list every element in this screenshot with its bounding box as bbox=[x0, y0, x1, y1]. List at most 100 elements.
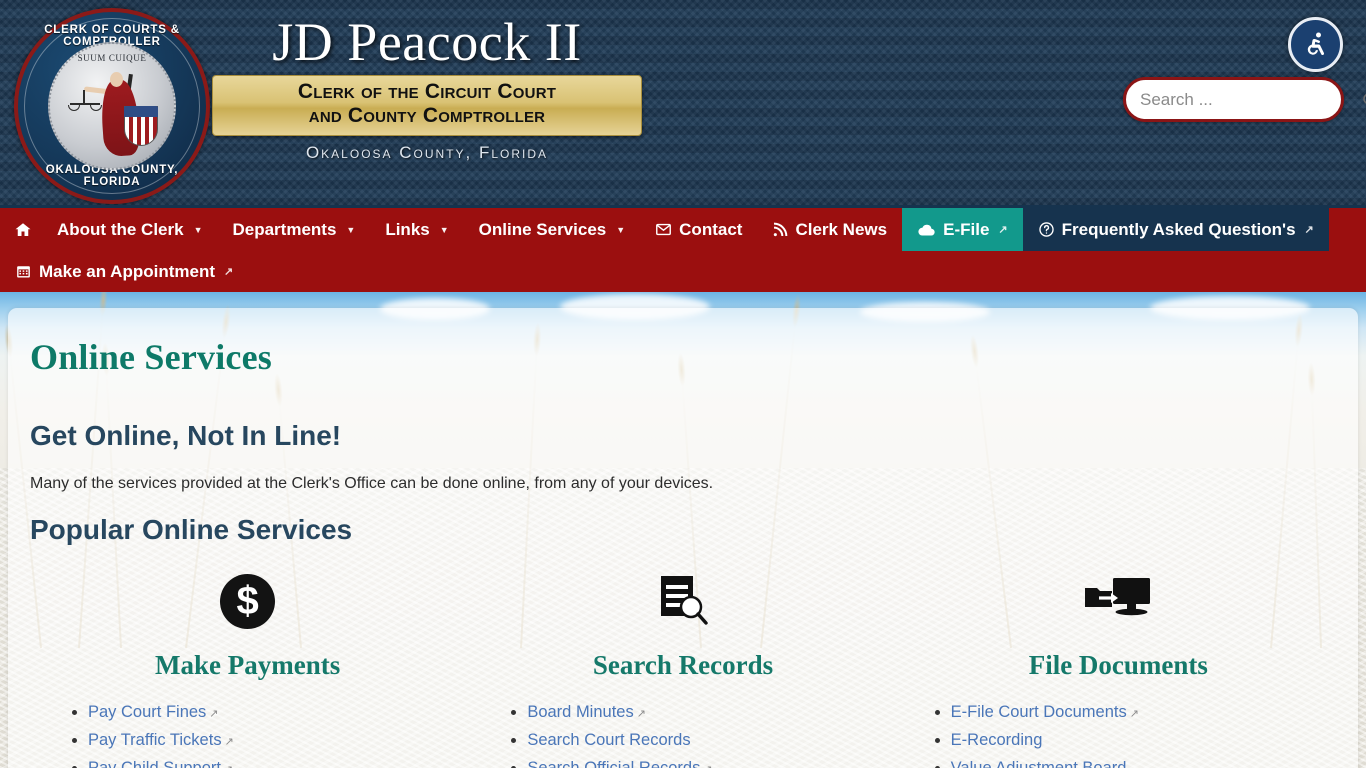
calendar-icon[interactable] bbox=[15, 263, 32, 280]
question-circle-icon[interactable] bbox=[1038, 221, 1055, 238]
section-subheading: Popular Online Services bbox=[30, 514, 353, 545]
site-header: CLERK OF COURTS & COMPTROLLER OKALOOSA C… bbox=[0, 0, 1366, 205]
external-link-icon: ↗ bbox=[998, 224, 1008, 236]
external-link-icon: ↗ bbox=[224, 266, 234, 278]
nav-row-primary: About the Clerk ▼ Departments ▼ Links ▼ … bbox=[0, 208, 1366, 251]
justice-seal-icon: SUUM CUIQUE bbox=[48, 42, 176, 170]
external-link-icon: ↗ bbox=[636, 708, 646, 720]
column-title: File Documents bbox=[1028, 650, 1208, 680]
nav-item-contact[interactable]: Contact bbox=[640, 208, 757, 251]
services-list: Pay Court Fines↗ Pay Traffic Tickets↗ Pa… bbox=[30, 703, 465, 768]
link-search-court-records[interactable]: Search Court Records bbox=[527, 731, 690, 749]
chevron-down-icon[interactable]: ▼ bbox=[616, 225, 625, 235]
county-seal-logo[interactable]: CLERK OF COURTS & COMPTROLLER OKALOOSA C… bbox=[14, 8, 210, 204]
external-link-icon: ↗ bbox=[1304, 224, 1314, 236]
section-heading: Get Online, Not In Line! bbox=[30, 420, 342, 451]
external-link-icon: ↗ bbox=[703, 764, 712, 768]
nav-row-secondary: Make an Appointment ↗ bbox=[0, 251, 1366, 292]
column-icon-wrap bbox=[901, 570, 1336, 632]
services-column-file-documents: File Documents E-File Court Documents↗ E… bbox=[901, 570, 1336, 768]
list-item[interactable]: Search Official Records↗ bbox=[527, 759, 900, 768]
wheelchair-accessibility-icon[interactable] bbox=[1288, 17, 1343, 72]
list-item[interactable]: Pay Court Fines↗ bbox=[88, 703, 465, 722]
primary-navigation: About the Clerk ▼ Departments ▼ Links ▼ … bbox=[0, 205, 1366, 292]
nav-item-clerk-news[interactable]: Clerk News bbox=[757, 208, 902, 251]
external-link-icon: ↗ bbox=[1129, 708, 1139, 720]
cloud-icon[interactable] bbox=[917, 222, 936, 238]
services-columns: $ Make Payments Pay Court Fines↗ Pay Tra… bbox=[30, 570, 1336, 768]
page-title: Online Services bbox=[30, 337, 272, 377]
dollar-circle-icon: $ bbox=[220, 573, 276, 629]
external-link-icon: ↗ bbox=[224, 736, 234, 748]
site-search-box[interactable] bbox=[1123, 77, 1366, 122]
nav-label: Links bbox=[385, 219, 430, 239]
nav-item-e-file[interactable]: E-File ↗ bbox=[902, 208, 1023, 251]
page-body: Online Services Get Online, Not In Line!… bbox=[0, 292, 1366, 768]
nav-item-online-services[interactable]: Online Services ▼ bbox=[464, 208, 641, 251]
link-board-minutes[interactable]: Board Minutes bbox=[527, 703, 633, 721]
nav-item-frequently-asked-questions[interactable]: Frequently Asked Question's ↗ bbox=[1022, 208, 1329, 251]
list-item[interactable]: Board Minutes↗ bbox=[527, 703, 900, 722]
list-item[interactable]: E-Recording bbox=[951, 731, 1336, 750]
rss-icon[interactable] bbox=[772, 222, 788, 238]
services-column-make-payments: $ Make Payments Pay Court Fines↗ Pay Tra… bbox=[30, 570, 465, 768]
document-search-icon bbox=[660, 576, 708, 625]
list-item[interactable]: Pay Traffic Tickets↗ bbox=[88, 731, 465, 750]
office-title-line1: Clerk of the Circuit Court bbox=[297, 79, 557, 103]
column-title: Make Payments bbox=[155, 650, 341, 680]
home-icon[interactable] bbox=[14, 221, 32, 239]
scale-post bbox=[83, 90, 85, 104]
nav-item-about-the-clerk[interactable]: About the Clerk ▼ bbox=[42, 208, 217, 251]
nav-item-departments[interactable]: Departments ▼ bbox=[217, 208, 370, 251]
header-title-block: JD Peacock II Clerk of the Circuit Court… bbox=[212, 14, 642, 163]
lady-justice-head bbox=[110, 72, 123, 87]
office-title-banner: Clerk of the Circuit Court and County Co… bbox=[212, 74, 642, 137]
envelope-icon[interactable] bbox=[655, 221, 672, 238]
list-item[interactable]: Value Adjustment Board bbox=[951, 759, 1336, 768]
content-card: Online Services Get Online, Not In Line!… bbox=[8, 308, 1358, 768]
chevron-down-icon[interactable]: ▼ bbox=[194, 225, 203, 235]
nav-label: Frequently Asked Question's bbox=[1061, 219, 1296, 239]
column-title: Search Records bbox=[592, 650, 774, 680]
nav-label: Departments bbox=[232, 219, 337, 239]
nav-item-make-an-appointment[interactable]: Make an Appointment ↗ bbox=[0, 251, 248, 292]
nav-item-links[interactable]: Links ▼ bbox=[370, 208, 463, 251]
link-pay-child-support[interactable]: Pay Child Support bbox=[88, 759, 221, 768]
search-icon[interactable] bbox=[1361, 91, 1366, 109]
scale-pan-left bbox=[68, 105, 80, 111]
nav-label: Contact bbox=[679, 219, 743, 239]
chevron-down-icon[interactable]: ▼ bbox=[440, 225, 449, 235]
intro-paragraph: Many of the services provided at the Cle… bbox=[30, 475, 714, 492]
link-pay-court-fines[interactable]: Pay Court Fines bbox=[88, 703, 206, 721]
link-value-adjustment-board[interactable]: Value Adjustment Board bbox=[951, 759, 1127, 768]
county-subtitle: Okaloosa County, Florida bbox=[305, 143, 549, 163]
link-search-official-records[interactable]: Search Official Records bbox=[527, 759, 700, 768]
link-pay-traffic-tickets[interactable]: Pay Traffic Tickets bbox=[88, 731, 222, 749]
chevron-down-icon[interactable]: ▼ bbox=[346, 225, 355, 235]
list-item[interactable]: Search Court Records bbox=[527, 731, 900, 750]
link-e-file-court-documents[interactable]: E-File Court Documents bbox=[951, 703, 1127, 721]
scale-pan-right bbox=[90, 105, 102, 111]
nav-label: About the Clerk bbox=[57, 219, 184, 239]
services-list: Board Minutes↗ Search Court Records Sear… bbox=[465, 703, 900, 768]
nav-label: Online Services bbox=[478, 219, 607, 239]
nav-label: Make an Appointment bbox=[39, 261, 215, 281]
search-input[interactable] bbox=[1140, 89, 1361, 110]
external-link-icon: ↗ bbox=[224, 764, 233, 768]
monitor-upload-icon bbox=[1085, 578, 1151, 616]
external-link-icon: ↗ bbox=[209, 708, 219, 720]
list-item[interactable]: Pay Child Support↗ bbox=[88, 759, 465, 768]
shield-icon bbox=[124, 106, 158, 146]
nav-item-home[interactable] bbox=[0, 208, 42, 251]
nav-label: Clerk News bbox=[795, 219, 888, 239]
office-title-line2: and County Comptroller bbox=[308, 104, 546, 128]
nav-label: E-File bbox=[943, 219, 990, 239]
seal-motto-text: SUUM CUIQUE bbox=[77, 53, 147, 63]
column-icon-wrap: $ bbox=[30, 570, 465, 632]
services-column-search-records: Search Records Board Minutes↗ Search Cou… bbox=[465, 570, 900, 768]
list-item[interactable]: E-File Court Documents↗ bbox=[951, 703, 1336, 722]
services-list: E-File Court Documents↗ E-Recording Valu… bbox=[901, 703, 1336, 768]
link-e-recording[interactable]: E-Recording bbox=[951, 731, 1043, 749]
clerk-name-title: JD Peacock II bbox=[272, 12, 582, 72]
column-icon-wrap bbox=[465, 570, 900, 632]
